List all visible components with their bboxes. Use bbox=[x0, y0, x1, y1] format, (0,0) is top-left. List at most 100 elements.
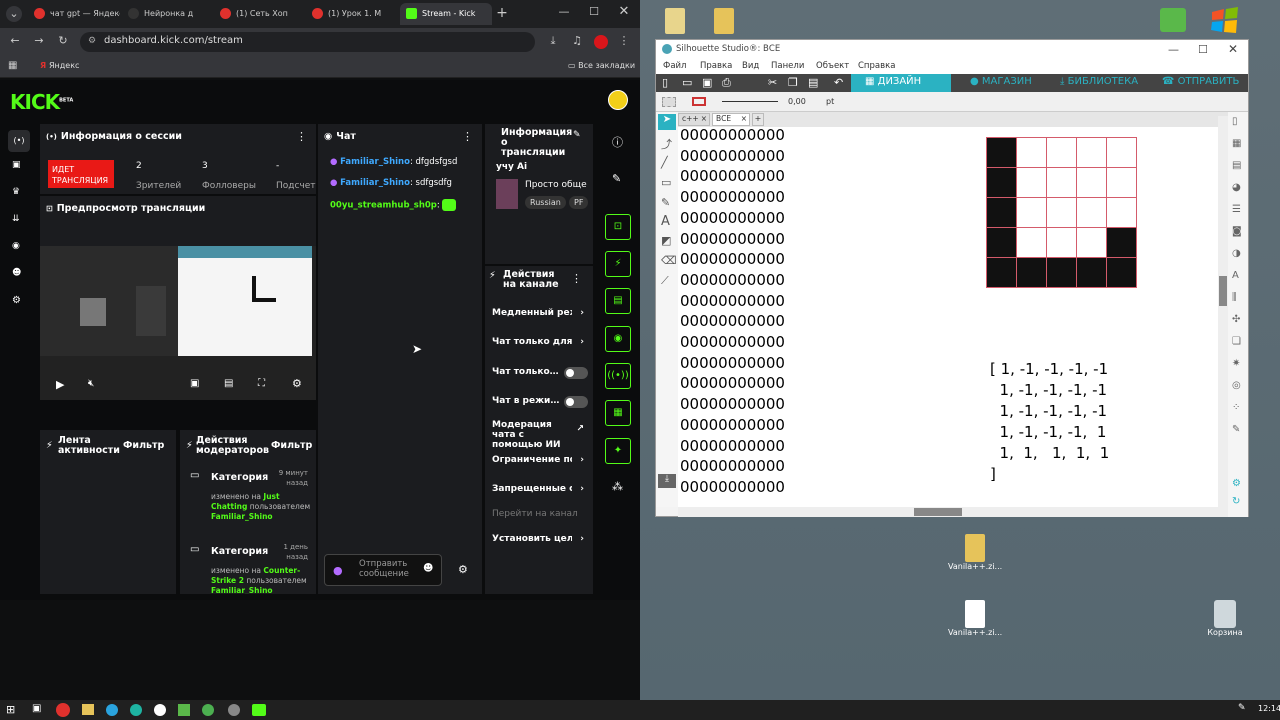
folder-icon[interactable] bbox=[665, 8, 685, 34]
tab-lesson[interactable]: (1) Урок 1. М bbox=[306, 3, 398, 25]
chat-settings-icon[interactable]: ⚙ bbox=[458, 563, 468, 576]
action-subscribers-only[interactable]: Чат только для подписчиков bbox=[492, 367, 588, 380]
nav-content-icon[interactable]: ⇊ bbox=[12, 214, 20, 224]
add-tab-button[interactable]: + bbox=[752, 113, 764, 126]
tab-hopfield[interactable]: (1) Сеть Хоп bbox=[214, 3, 304, 25]
text-tool-icon[interactable]: A bbox=[661, 214, 670, 229]
tab-store[interactable]: ● МАГАЗИН bbox=[966, 74, 1056, 92]
info-icon[interactable]: ⓘ bbox=[612, 134, 623, 150]
tab-kick-stream[interactable]: Stream - Kick bbox=[400, 3, 492, 25]
nav-dashboard-icon[interactable]: ▣ bbox=[12, 160, 21, 170]
new-tab-button[interactable]: + bbox=[494, 5, 510, 21]
horizontal-scrollbar[interactable] bbox=[678, 507, 1228, 517]
chat-username[interactable]: 00yu_streamhub_sh0p bbox=[330, 201, 437, 211]
nav-settings-icon[interactable]: ⚙ bbox=[12, 295, 21, 306]
reload-icon[interactable]: ↻ bbox=[56, 34, 70, 47]
chrome-2-taskbar-icon[interactable] bbox=[202, 704, 214, 716]
undo-icon[interactable]: ↶ bbox=[834, 76, 843, 89]
play-icon[interactable]: ▶ bbox=[56, 378, 64, 391]
close-icon[interactable]: × bbox=[741, 114, 747, 123]
broadcast-button[interactable]: ((•)) bbox=[605, 363, 631, 389]
new-file-icon[interactable]: ▯ bbox=[662, 76, 668, 89]
notepad-icon[interactable] bbox=[1160, 8, 1186, 32]
close-button[interactable]: ✕ bbox=[1228, 42, 1238, 56]
menu-file[interactable]: Файл bbox=[663, 61, 686, 71]
grid-settings-icon[interactable]: ▦ bbox=[1232, 138, 1241, 149]
transparency-icon[interactable]: ◑ bbox=[1232, 248, 1241, 259]
doc-tab-all[interactable]: ВСЕ × bbox=[712, 113, 750, 126]
mod-actions-filter[interactable]: Фильтр bbox=[271, 440, 312, 451]
chat-username[interactable]: Familiar_Shino bbox=[340, 178, 410, 188]
bookmark-yandex[interactable]: Я Яндекс bbox=[40, 61, 79, 70]
avatar[interactable] bbox=[608, 90, 628, 110]
chat-username[interactable]: Familiar_Shino bbox=[340, 157, 410, 167]
edit-layout-icon[interactable]: ✎ bbox=[612, 172, 621, 185]
action-time-limit[interactable]: Ограничение по времени › bbox=[492, 455, 588, 468]
desktop-icon-recycle-bin[interactable]: Корзина bbox=[1198, 600, 1252, 637]
menu-object[interactable]: Объект bbox=[816, 61, 849, 71]
close-button[interactable]: ✕ bbox=[616, 4, 632, 19]
edge-taskbar-icon[interactable] bbox=[130, 704, 142, 716]
maximize-button[interactable]: ☐ bbox=[1198, 43, 1208, 56]
fullscreen-icon[interactable]: ⛶ bbox=[258, 378, 265, 389]
download-icon[interactable]: ⤓ bbox=[546, 34, 560, 48]
action-slow-mode[interactable]: Медленный режим › bbox=[492, 308, 588, 321]
close-icon[interactable]: × bbox=[701, 114, 707, 123]
sync-icon[interactable]: ↻ bbox=[1232, 496, 1240, 507]
text-style-icon[interactable]: A bbox=[1232, 270, 1239, 281]
apps-grid-icon[interactable]: ▦ bbox=[8, 60, 17, 71]
forward-icon[interactable]: → bbox=[32, 34, 46, 47]
chat-more-icon[interactable]: ⋮ bbox=[462, 130, 473, 143]
explorer-taskbar-icon[interactable] bbox=[82, 704, 94, 715]
address-bar[interactable]: ⚙ dashboard.kick.com/stream bbox=[80, 32, 535, 52]
nav-moderation-icon[interactable]: ◉ bbox=[12, 241, 20, 251]
emoji-icon[interactable]: ☻ bbox=[423, 563, 433, 574]
notepad-taskbar-icon[interactable] bbox=[178, 704, 190, 716]
desktop-icon-vanila-2[interactable]: Vanila++.zi... bbox=[948, 600, 1002, 637]
tab-library[interactable]: ⤓ БИБЛИОТЕКА bbox=[1056, 74, 1156, 92]
edit-icon[interactable]: ✎ bbox=[573, 130, 581, 140]
print-icon[interactable]: ⎙ bbox=[722, 76, 731, 90]
tools-button[interactable]: ✦ bbox=[605, 438, 631, 464]
replicate-icon[interactable]: ❏ bbox=[1232, 336, 1241, 347]
theater-icon[interactable]: ▤ bbox=[224, 378, 233, 389]
menu-edit[interactable]: Правка bbox=[700, 61, 732, 71]
sketch-icon[interactable]: ✎ bbox=[1232, 424, 1240, 435]
kick-logo[interactable]: KICKBETA bbox=[10, 90, 73, 114]
toggle-switch[interactable] bbox=[564, 396, 588, 408]
mic-icon[interactable]: ● bbox=[333, 564, 343, 577]
winrar-archive-icon[interactable] bbox=[714, 8, 734, 34]
offset-icon[interactable]: ◎ bbox=[1232, 380, 1241, 391]
action-ai-moderation[interactable]: Модерация чата с помощью ИИ ↗ bbox=[492, 420, 588, 450]
back-icon[interactable]: ← bbox=[8, 34, 22, 47]
layout-button[interactable]: ▦ bbox=[605, 400, 631, 426]
chrome-taskbar-icon[interactable] bbox=[56, 703, 70, 717]
fill-tool-icon[interactable]: ◩ bbox=[661, 234, 671, 247]
save-icon[interactable]: ▣ bbox=[702, 76, 712, 89]
doc-tab-cpp[interactable]: c++ × bbox=[678, 113, 710, 126]
tab-neuronka[interactable]: Нейронка д bbox=[122, 3, 212, 25]
knife-tool-icon[interactable]: ⟋ bbox=[661, 274, 669, 288]
rectangle-tool-icon[interactable]: ▭ bbox=[661, 176, 671, 189]
menu-help[interactable]: Справка bbox=[858, 61, 895, 71]
menu-panels[interactable]: Панели bbox=[771, 61, 804, 71]
tab-send[interactable]: ☎ ОТПРАВИТЬ bbox=[1158, 74, 1250, 92]
desktop-icon-vanila-1[interactable]: Vanila++.zi... bbox=[948, 534, 1002, 571]
point-edit-icon[interactable]: ⤴ bbox=[661, 136, 672, 152]
nav-community-icon[interactable]: ☻ bbox=[12, 268, 21, 278]
trace-icon[interactable]: ⁘ bbox=[1232, 402, 1240, 413]
modify-icon[interactable]: ✷ bbox=[1232, 358, 1240, 369]
tab-design[interactable]: ▦ ДИЗАЙН bbox=[851, 74, 951, 92]
media-taskbar-icon[interactable] bbox=[252, 704, 266, 716]
align-icon[interactable]: ⫼ bbox=[1232, 292, 1237, 303]
scrollbar-thumb[interactable] bbox=[914, 508, 962, 516]
line-style-select[interactable] bbox=[722, 101, 778, 102]
palette-icon[interactable]: ◕ bbox=[1232, 182, 1241, 193]
transform-icon[interactable]: ✣ bbox=[1232, 314, 1240, 325]
menu-kebab-icon[interactable]: ⋮ bbox=[618, 34, 630, 47]
clip-button[interactable]: ⊡ bbox=[605, 214, 631, 240]
tab-chatgpt[interactable]: чат gpt — Яндекс bbox=[28, 3, 120, 25]
actions-more-icon[interactable]: ⋮ bbox=[571, 272, 582, 285]
minimize-button[interactable]: — bbox=[1168, 43, 1179, 56]
chat-popout-button[interactable]: ◉ bbox=[605, 326, 631, 352]
